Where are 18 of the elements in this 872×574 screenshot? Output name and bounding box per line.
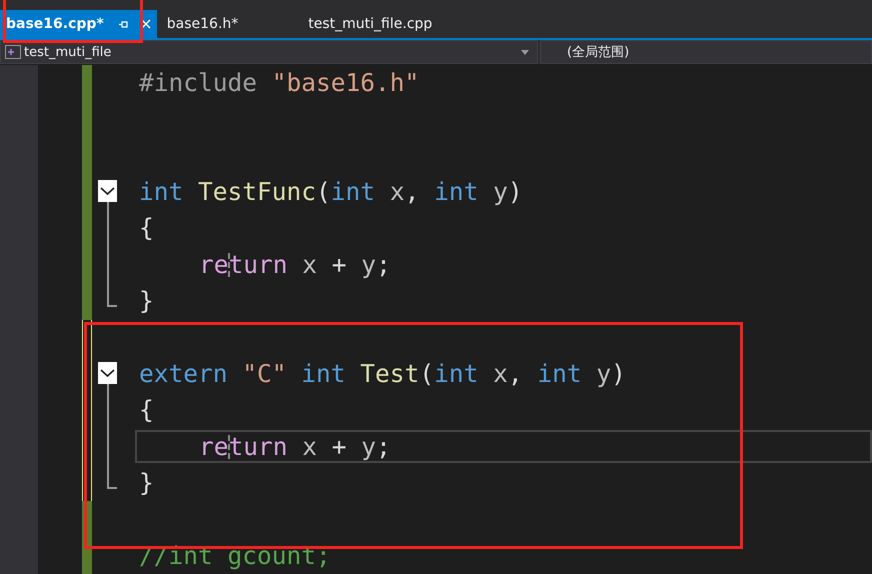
code-line: { [138, 394, 155, 426]
close-icon[interactable] [140, 19, 151, 29]
editor-tab[interactable]: base16.h* [160, 10, 298, 38]
code-line: } [138, 285, 155, 318]
code-line: } [138, 466, 155, 499]
project-icon [5, 45, 21, 59]
code-line: int TestFunc(int x, int y) [138, 176, 524, 208]
code-line: extern "C" int Test(int x, int y) [138, 358, 627, 390]
code-line: return x + y; [198, 248, 392, 281]
scope-dropdown[interactable]: (全局范围) [540, 40, 872, 64]
editor-tab[interactable]: base16.cpp* [0, 10, 157, 38]
editor-tab[interactable]: test_muti_file.cpp [302, 10, 438, 38]
project-dropdown[interactable]: test_muti_file [0, 40, 538, 64]
caret-icon [521, 50, 529, 54]
code-line: #include "base16.h" [138, 67, 420, 99]
code-line: { [138, 212, 155, 244]
current-code-line: return x + y; [135, 430, 872, 463]
pin-icon[interactable] [118, 18, 129, 30]
